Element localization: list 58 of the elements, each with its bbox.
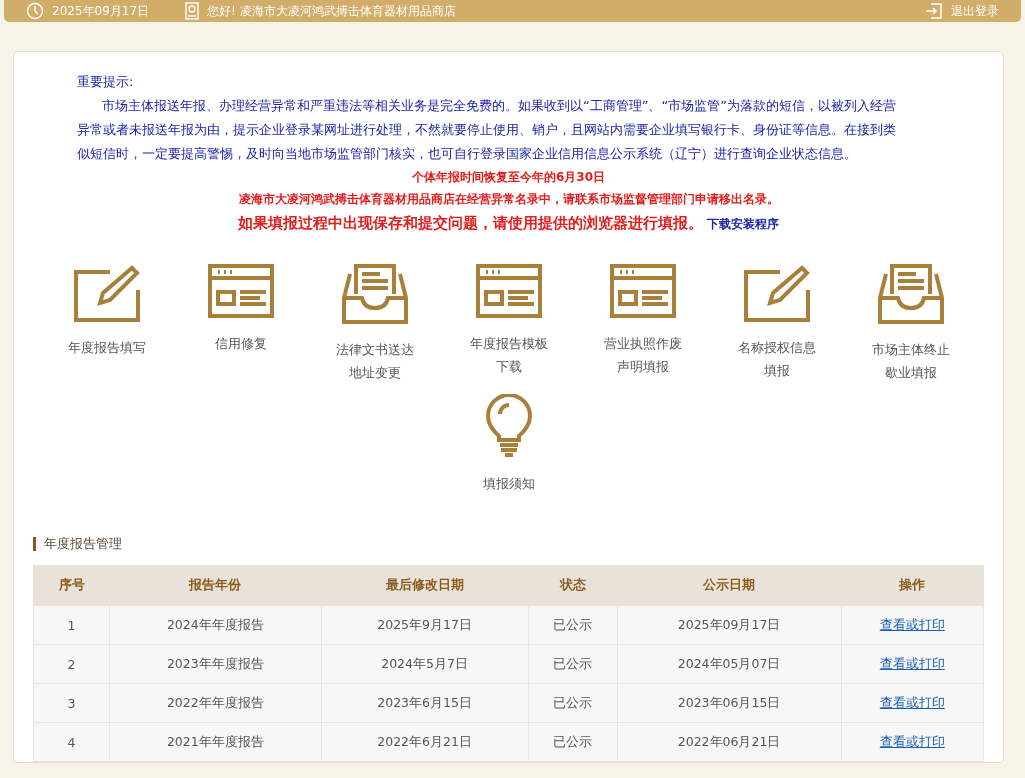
table-cell: 2023年6月15日: [321, 683, 529, 723]
table-cell: 2022年年度报告: [109, 683, 322, 723]
service-link[interactable]: 营业执照作废 声明填报: [603, 332, 682, 378]
inbox-tray-icon: [341, 264, 408, 324]
service-link[interactable]: 年度报告填写: [67, 336, 146, 359]
notice-paragraph: 市场主体报送年报、办理经营异常和严重违法等相关业务是完全免费的。如果收到以“工商管理”、“市场监管”为落款的短信，以被列入经营异常或者未报送年报为由，提示企业登录某网址进行处理，不然就要停止使用、销户，且网站内需要企业填写银行卡、身份证等信息。在接到类似短信时，一定要提高警惕，及时向当地市场监管部门核实，也可自行登录国家企业信用信息公示系统（辽宁）进行查询企业状态信息。: [77, 97, 897, 163]
table-cell: 1: [33, 605, 110, 645]
certificate-icon: [185, 2, 200, 20]
section-title: 年度报告管理: [44, 535, 122, 553]
table-cell: 4: [33, 722, 110, 762]
inbox-tray-icon: [877, 264, 944, 324]
view-print-link[interactable]: 查看或打印: [879, 655, 945, 671]
column-header: 序号: [33, 565, 110, 606]
table-cell: 已公示: [528, 605, 618, 645]
table-cell: 已公示: [528, 644, 618, 684]
table-cell: 2025年9月17日: [321, 605, 529, 645]
table-cell: 2024年5月7日: [321, 644, 529, 684]
edit-icon: [743, 264, 810, 322]
column-header: 状态: [528, 565, 618, 606]
column-header: 公示日期: [617, 565, 841, 606]
service-link[interactable]: 填报须知: [482, 472, 535, 495]
view-print-link[interactable]: 查看或打印: [879, 694, 945, 710]
clock-icon: [26, 2, 44, 20]
browser-window-icon: [609, 264, 676, 318]
table-cell: 2: [33, 644, 110, 684]
table-cell: 2021年年度报告: [109, 722, 322, 762]
table-cell: 已公示: [528, 683, 618, 723]
view-print-link[interactable]: 查看或打印: [879, 616, 945, 632]
table-cell: 2022年6月21日: [321, 722, 529, 762]
table-cell: 已公示: [528, 722, 618, 762]
service-link[interactable]: 法律文书送达 地址变更: [335, 338, 414, 384]
browser-window-icon: [207, 264, 274, 318]
service-link[interactable]: 市场主体终止 歇业填报: [871, 338, 950, 384]
service-link[interactable]: 名称授权信息 填报: [737, 336, 816, 382]
view-print-link[interactable]: 查看或打印: [879, 733, 945, 749]
table-cell: 2025年09月17日: [617, 605, 841, 645]
edit-icon: [73, 264, 140, 322]
table-cell: 2023年年度报告: [109, 644, 322, 684]
notice-heading: 重要提示:: [77, 73, 135, 91]
browser-notice: 如果填报过程中出现保存和提交问题，请使用提供的浏览器进行填报。: [238, 214, 703, 233]
download-link[interactable]: 下载安装程序: [707, 216, 779, 233]
service-link[interactable]: 年度报告模板 下载: [469, 332, 548, 378]
table-cell: 3: [33, 683, 110, 723]
column-header: 操作: [841, 565, 984, 606]
alert-text: 个体年报时间恢复至今年的6月30日: [410, 169, 607, 186]
alert-text: 凌海市大凌河鸿武搏击体育器材用品商店在经营异常名录中，请联系市场监督管理部门申请移出名录。: [237, 191, 780, 208]
table-cell: 2024年年度报告: [109, 605, 322, 645]
browser-window-icon: [475, 264, 542, 318]
column-header: 报告年份: [109, 565, 322, 606]
current-date: 2025年09月17日: [52, 2, 150, 20]
table-cell: 2022年06月21日: [617, 722, 841, 762]
table-cell: 2024年05月07日: [617, 644, 841, 684]
greeting-text: 您好! 凌海市大凌河鸿武搏击体育器材用品商店: [207, 2, 456, 20]
column-header: 最后修改日期: [321, 565, 529, 606]
table-cell: 2023年06月15日: [617, 683, 841, 723]
logout-icon: [925, 3, 943, 19]
lightbulb-icon: [485, 394, 532, 458]
service-link[interactable]: 信用修复: [214, 332, 267, 355]
